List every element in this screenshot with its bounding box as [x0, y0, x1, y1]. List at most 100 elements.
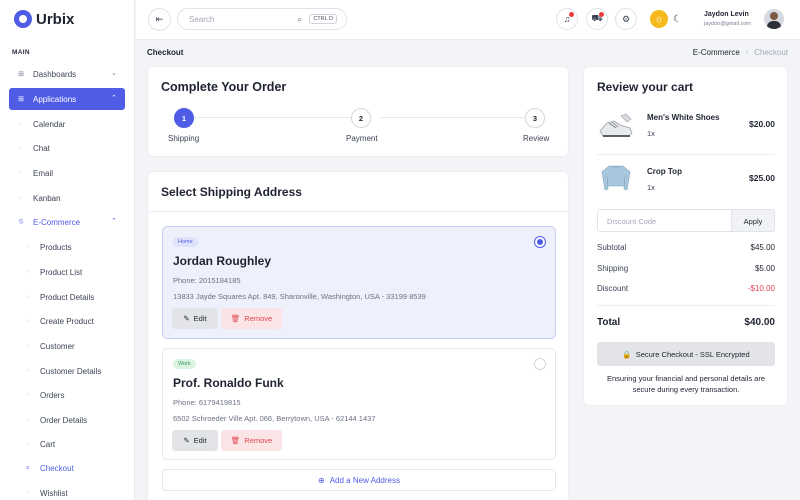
- sidebar-item-label: Order Details: [40, 415, 88, 425]
- sidebar-item-checkout[interactable]: ⦸ Checkout: [9, 458, 125, 478]
- address-phone: Phone: 6179419815: [173, 398, 241, 407]
- sidebar-item-label: Chat: [33, 143, 50, 153]
- sidebar-item-email[interactable]: ○ Email: [9, 163, 125, 183]
- sidebar-item-order-details[interactable]: ○ Order Details: [9, 410, 125, 430]
- moon-icon[interactable]: ☾: [673, 14, 682, 25]
- sidebar-item-chat[interactable]: ○ Chat: [9, 138, 125, 158]
- grid-icon: ⊞: [18, 71, 24, 78]
- cart-item-qty: 1x: [647, 129, 655, 138]
- search-placeholder: Search: [189, 14, 215, 24]
- theme-toggle[interactable]: ☼ ☾: [650, 8, 690, 30]
- lock-icon: 🔒: [622, 349, 632, 359]
- address-radio[interactable]: [534, 358, 546, 370]
- breadcrumb-link[interactable]: E-Commerce: [693, 48, 740, 57]
- sidebar-toggle-button[interactable]: ⇤: [148, 8, 171, 31]
- sidebar-item-label: Cart: [40, 439, 56, 449]
- search-shortcut: CTRL D: [309, 14, 337, 24]
- address-card-work[interactable]: Work Prof. Ronaldo Funk Phone: 617941981…: [162, 348, 556, 460]
- search-input[interactable]: Search ⌕ CTRL D: [177, 8, 347, 30]
- sidebar-item-label: Kanban: [33, 193, 61, 203]
- search-icon: ⌕: [297, 13, 303, 24]
- divider: [148, 211, 568, 212]
- bullet-icon: ○: [26, 269, 30, 275]
- sidebar-item-label: Customer: [40, 341, 75, 351]
- discount-code-field[interactable]: Discount Code Apply: [597, 209, 775, 232]
- sidebar-item-ecommerce[interactable]: ⦸ E-Commerce ⌃: [9, 211, 125, 233]
- sidebar-item-create-product[interactable]: ○ Create Product: [9, 311, 125, 331]
- top-header: ⇤ Search ⌕ CTRL D ♫ ⛟ ⚙ ☼ ☾ Jaydon Levin…: [136, 0, 800, 40]
- user-email: jaydon@gmail.com: [704, 21, 751, 27]
- sun-icon[interactable]: ☼: [650, 10, 668, 28]
- step-payment[interactable]: 2: [351, 108, 371, 128]
- remove-address-button[interactable]: 🗑 Remove: [221, 308, 282, 329]
- tag-icon: ⦸: [18, 218, 24, 225]
- address-name: Jordan Roughley: [173, 254, 272, 268]
- notifications-button[interactable]: ♫: [556, 8, 578, 30]
- sidebar-item-calendar[interactable]: ○ Calendar: [9, 114, 125, 134]
- sidebar-item-wishlist[interactable]: ○ Wishlist: [9, 483, 125, 500]
- pencil-icon: ✎: [183, 436, 190, 445]
- remove-address-button[interactable]: 🗑 Remove: [221, 430, 282, 451]
- address-tag: Home: [173, 237, 198, 247]
- sidebar-item-customer[interactable]: ○ Customer: [9, 336, 125, 356]
- address-radio[interactable]: [534, 236, 546, 248]
- sidebar-item-label: E-Commerce: [33, 217, 81, 227]
- bullet-icon: ○: [19, 195, 23, 201]
- trash-icon: 🗑: [230, 436, 241, 445]
- sidebar-item-cart[interactable]: ○ Cart: [9, 434, 125, 454]
- apps-icon: ⊞: [18, 96, 24, 103]
- sidebar-item-products[interactable]: ○ Products: [9, 237, 125, 257]
- total-label: Total: [597, 317, 621, 328]
- sidebar-item-customer-details[interactable]: ○ Customer Details: [9, 361, 125, 381]
- edit-address-button[interactable]: ✎ Edit: [172, 308, 218, 329]
- cart-item-name: Crop Top: [647, 167, 682, 176]
- bullet-icon: ○: [26, 244, 30, 250]
- add-address-button[interactable]: ⊕ Add a New Address: [162, 469, 556, 491]
- address-street: 6502 Schroeder Ville Apt. 066, Berrytown…: [173, 414, 376, 423]
- sidebar: Urbix MAIN ⊞ Dashboards ⌄ ⊞ Applications…: [0, 0, 135, 500]
- avatar: [764, 9, 784, 29]
- apply-discount-button[interactable]: Apply: [731, 210, 774, 231]
- sidebar-item-product-list[interactable]: ○ Product List: [9, 262, 125, 282]
- bullet-icon: ○: [19, 170, 23, 176]
- address-card-home[interactable]: Home Jordan Roughley Phone: 2015184185 1…: [162, 226, 556, 339]
- breadcrumb: E-Commerce › Checkout: [693, 48, 788, 57]
- bullet-icon: ○: [26, 294, 30, 300]
- user-menu[interactable]: Jaydon Levin jaydon@gmail.com: [704, 9, 788, 31]
- crop-top-image: [601, 165, 631, 191]
- cart-item-name: Men's White Shoes: [647, 113, 720, 122]
- chevron-right-icon: ›: [745, 49, 749, 56]
- breadcrumb-current: Checkout: [754, 48, 788, 57]
- sidebar-item-label: Create Product: [40, 316, 94, 326]
- sidebar-item-kanban[interactable]: ○ Kanban: [9, 188, 125, 208]
- sidebar-item-label: Orders: [40, 390, 65, 400]
- step-review[interactable]: 3: [525, 108, 545, 128]
- divider: [597, 154, 775, 155]
- sidebar-item-label: Wishlist: [40, 488, 68, 498]
- bullet-icon: ○: [19, 121, 23, 127]
- sidebar-item-applications[interactable]: ⊞ Applications ⌃: [9, 88, 125, 110]
- step-connector: [194, 117, 351, 118]
- summary-label: Subtotal: [597, 243, 627, 252]
- sidebar-item-dashboards[interactable]: ⊞ Dashboards ⌄: [9, 63, 125, 85]
- subtotal-row: Subtotal $45.00: [597, 243, 775, 252]
- shipping-address-card: Select Shipping Address Home Jordan Roug…: [147, 171, 569, 500]
- sidebar-item-orders[interactable]: ○ Orders: [9, 385, 125, 405]
- cart-item: Men's White Shoes 1x $20.00: [597, 106, 775, 146]
- sidebar-item-product-details[interactable]: ○ Product Details: [9, 287, 125, 307]
- cart-title: Review your cart: [597, 80, 694, 94]
- remove-label: Remove: [244, 314, 273, 323]
- discount-placeholder: Discount Code: [607, 217, 657, 226]
- bullet-icon: ○: [26, 417, 30, 423]
- secure-checkout-button[interactable]: 🔒 Secure Checkout - SSL Encrypted: [597, 342, 775, 366]
- step-shipping[interactable]: 1: [174, 108, 194, 128]
- secure-checkout-label: Secure Checkout - SSL Encrypted: [635, 349, 750, 359]
- brand[interactable]: Urbix: [14, 10, 74, 28]
- edit-address-button[interactable]: ✎ Edit: [172, 430, 218, 451]
- bullet-icon: ○: [26, 368, 30, 374]
- cart-button[interactable]: ⛟: [586, 8, 608, 30]
- chevron-down-icon: ⌄: [111, 70, 117, 77]
- step-label: Payment: [346, 134, 378, 143]
- settings-button[interactable]: ⚙: [615, 8, 637, 30]
- shipping-title: Select Shipping Address: [161, 185, 302, 199]
